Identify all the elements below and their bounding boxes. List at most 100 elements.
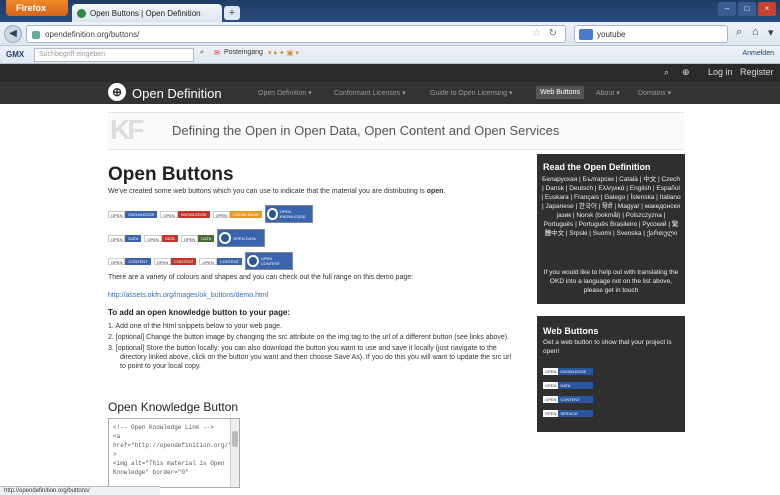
favicon-icon [77, 9, 86, 18]
open-button-image[interactable]: OPEN KNOWLEDGE [160, 210, 210, 218]
demo-page-link[interactable]: http://assets.okfn.org/images/ok_buttons… [108, 292, 268, 299]
web-buttons-description: Get a web button to show that your proje… [543, 339, 672, 355]
login-link[interactable]: Log in [708, 67, 733, 77]
button-type-label: CONTENT [558, 396, 593, 403]
reload-icon[interactable]: ↻ [549, 28, 557, 39]
button-row: OPEN CONTENT OPEN CONTENT OPEN CONTENT OPEN CO… [108, 252, 294, 270]
search-icon[interactable]: ⌕ [200, 49, 204, 57]
nav-conformant-licenses[interactable]: Conformant Licenses ▾ [334, 89, 406, 97]
button-type-label: DATA [125, 234, 142, 242]
button-open-label: OPEN [543, 382, 559, 389]
button-type-label: DATA [161, 234, 178, 242]
search-engine-icon[interactable] [579, 29, 593, 40]
bookmarks-toolbar: GMX Suchbegriff eingeben ⌕ ✉ Posteingang… [0, 46, 780, 64]
variety-text: There are a variety of colours and shape… [108, 274, 414, 281]
address-bar[interactable]: opendefinition.org/buttons/ ☆ ↻ [26, 25, 566, 43]
okf-ring-icon [219, 232, 232, 244]
window-titlebar: Firefox Open Buttons | Open Definition +… [0, 0, 780, 22]
round-button-label: OPEN CONTENT [260, 256, 281, 266]
scrollbar-thumb[interactable] [232, 431, 238, 447]
button-open-label: OPEN [160, 210, 178, 218]
button-open-label: OPEN [180, 234, 199, 242]
gmx-search-input[interactable]: Suchbegriff eingeben [34, 48, 194, 62]
open-definition-logo-icon[interactable]: ⊕ [108, 83, 126, 101]
postausgang-button[interactable]: Posteingang [224, 49, 263, 56]
sidebar-web-button[interactable]: OPEN KNOWLEDGE [543, 368, 593, 375]
window-controls: – □ × [718, 2, 776, 16]
list-item: 2. [optional] Change the button image by… [108, 334, 510, 341]
button-open-label: OPEN [108, 257, 126, 265]
open-button-image[interactable]: OPEN DATA [144, 234, 178, 242]
register-link[interactable]: Register [740, 67, 774, 77]
round-button-label: OPEN KNOWLEDGE [279, 209, 306, 219]
open-button-image[interactable]: OPEN DATA [180, 234, 215, 242]
search-icon[interactable]: ⌕ [664, 67, 669, 78]
gmx-logo[interactable]: GMX [6, 50, 24, 59]
sidebar-web-button[interactable]: OPEN SERVICE [543, 410, 593, 417]
open-button-image[interactable]: OPEN CONTENT [199, 257, 243, 265]
button-type-label: KNOWLEDGE [558, 368, 593, 375]
mail-icon: ✉ [214, 50, 220, 57]
home-icon[interactable]: ⌂ [752, 26, 759, 38]
url-text: opendefinition.org/buttons/ [45, 30, 140, 39]
button-type-label: KNOWLEDGE [125, 210, 158, 218]
read-definition-panel: Read the Open Definition Беларуская | Бъ… [537, 154, 685, 304]
search-icon[interactable]: ⌕ [736, 26, 742, 39]
html-snippet-textarea[interactable]: <!-- Open Knowledge Link --> <a href="ht… [108, 418, 240, 488]
okf-ring-icon [267, 208, 278, 220]
web-buttons-panel: Web Buttons Get a web button to show tha… [537, 316, 685, 432]
status-bar: http://opendefinition.org/buttons/ [0, 486, 160, 495]
round-open-button-image[interactable]: OPEN CONTENT [245, 252, 294, 270]
round-open-button-image[interactable]: OPEN DATA [217, 229, 266, 247]
button-row: OPEN KNOWLEDGE OPEN KNOWLEDGE OPEN KNOWLEDGE O… [108, 205, 314, 223]
firefox-menu-button[interactable]: Firefox [6, 0, 68, 16]
button-row: OPEN DATA OPEN DATA OPEN DATA OPEN DATA [108, 229, 266, 247]
search-input[interactable]: youtube [574, 25, 728, 43]
sidebar-web-button[interactable]: OPEN CONTENT [543, 396, 593, 403]
sidebar-web-button[interactable]: OPEN DATA [543, 382, 593, 389]
button-type-label: KNOWLEDGE [230, 210, 263, 218]
open-button-image[interactable]: OPEN CONTENT [108, 257, 151, 265]
bookmark-star-icon[interactable]: ☆ [532, 28, 541, 39]
code-text: <!-- Open Knowledge Link --> <a href="ht… [113, 424, 232, 476]
new-tab-button[interactable]: + [224, 6, 240, 20]
site-identity-icon[interactable] [32, 31, 40, 39]
button-type-label: DATA [558, 382, 593, 389]
browser-tab[interactable]: Open Buttons | Open Definition [72, 4, 222, 22]
minimize-button[interactable]: – [718, 2, 736, 16]
translation-help-text: If you would like to help out with trans… [543, 269, 679, 294]
open-button-image[interactable]: OPEN KNOWLEDGE [212, 210, 263, 218]
site-brand[interactable]: Open Definition [132, 86, 222, 101]
nav-domains[interactable]: Domains ▾ [638, 89, 671, 97]
bookmark-icons[interactable]: ▾ ♦ ✦ ▣ ▾ [268, 49, 299, 57]
maximize-button[interactable]: □ [738, 2, 756, 16]
round-open-button-image[interactable]: OPEN KNOWLEDGE [265, 205, 314, 223]
snippet-scrollbar[interactable] [230, 419, 239, 487]
intro-text: We've created some web buttons which you… [108, 188, 446, 195]
nav-web-buttons[interactable]: Web Buttons [536, 86, 584, 99]
back-arrow-icon[interactable]: ◀ [4, 25, 22, 43]
downloads-icon[interactable]: ▾ [768, 26, 774, 39]
button-type-label: KNOWLEDGE [177, 210, 210, 218]
close-button[interactable]: × [758, 2, 776, 16]
nav-open-definition[interactable]: Open Definition ▾ [258, 89, 312, 97]
language-links[interactable]: Беларуская | Български | Català | 中文 | C… [541, 175, 681, 238]
open-button-image[interactable]: OPEN KNOWLEDGE [108, 210, 158, 218]
okf-ring-icon [247, 255, 259, 267]
button-type-label: SERVICE [558, 410, 593, 417]
page-title: Open Buttons [108, 164, 234, 185]
site-top-bar: ⌕ ⊕ Log in Register [0, 64, 780, 82]
button-open-label: OPEN [543, 396, 559, 403]
button-open-label: OPEN [153, 257, 172, 265]
nav-about[interactable]: About ▾ [596, 89, 620, 97]
settings-icon[interactable]: ⊕ [682, 67, 690, 78]
open-button-image[interactable]: OPEN CONTENT [153, 257, 197, 265]
button-type-label: CONTENT [125, 257, 151, 265]
instructions-list: 1. Add one of the html snippets below to… [108, 322, 518, 373]
open-button-image[interactable]: OPEN DATA [108, 234, 142, 242]
add-button-heading: To add an open knowledge button to your … [108, 308, 291, 317]
ok-button-heading: Open Knowledge Button [108, 400, 239, 414]
button-open-label: OPEN [212, 210, 231, 218]
anmelden-link[interactable]: Anmelden [742, 50, 774, 57]
nav-guide-open-licensing[interactable]: Guide to Open Licensing ▾ [430, 89, 513, 97]
